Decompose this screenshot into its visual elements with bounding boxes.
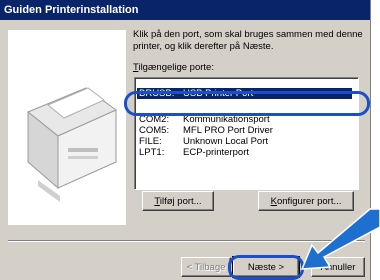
instruction-text: Klik på den port, som skal bruges sammen… bbox=[133, 29, 363, 52]
printer-illustration bbox=[8, 30, 126, 225]
list-item-file[interactable]: FILE: Unknown Local Port bbox=[137, 136, 352, 147]
port-description: ECP-printerport bbox=[183, 147, 249, 158]
pointer-arrow-icon bbox=[300, 208, 380, 270]
port-name: COM5: bbox=[139, 125, 170, 136]
list-item[interactable] bbox=[137, 78, 352, 87]
list-item-lpt1[interactable]: LPT1: ECP-printerport bbox=[137, 147, 352, 158]
available-ports-label: Tilgængelige porte: bbox=[133, 62, 214, 73]
next-button-highlight-callout bbox=[228, 255, 304, 280]
port-description: MFL PRO Port Driver bbox=[183, 125, 273, 136]
brusb-highlight-callout bbox=[124, 91, 370, 116]
list-item-com5[interactable]: COM5: MFL PRO Port Driver bbox=[137, 125, 352, 136]
port-name: LPT1: bbox=[139, 147, 165, 158]
add-port-button[interactable]: Tilføj port... bbox=[142, 191, 214, 211]
printer-icon bbox=[27, 87, 117, 202]
back-button[interactable]: < Tilbage bbox=[181, 257, 231, 277]
port-description: Unknown Local Port bbox=[183, 136, 269, 147]
port-name: FILE: bbox=[139, 136, 162, 147]
window-title: Guiden Printerinstallation bbox=[0, 0, 370, 20]
